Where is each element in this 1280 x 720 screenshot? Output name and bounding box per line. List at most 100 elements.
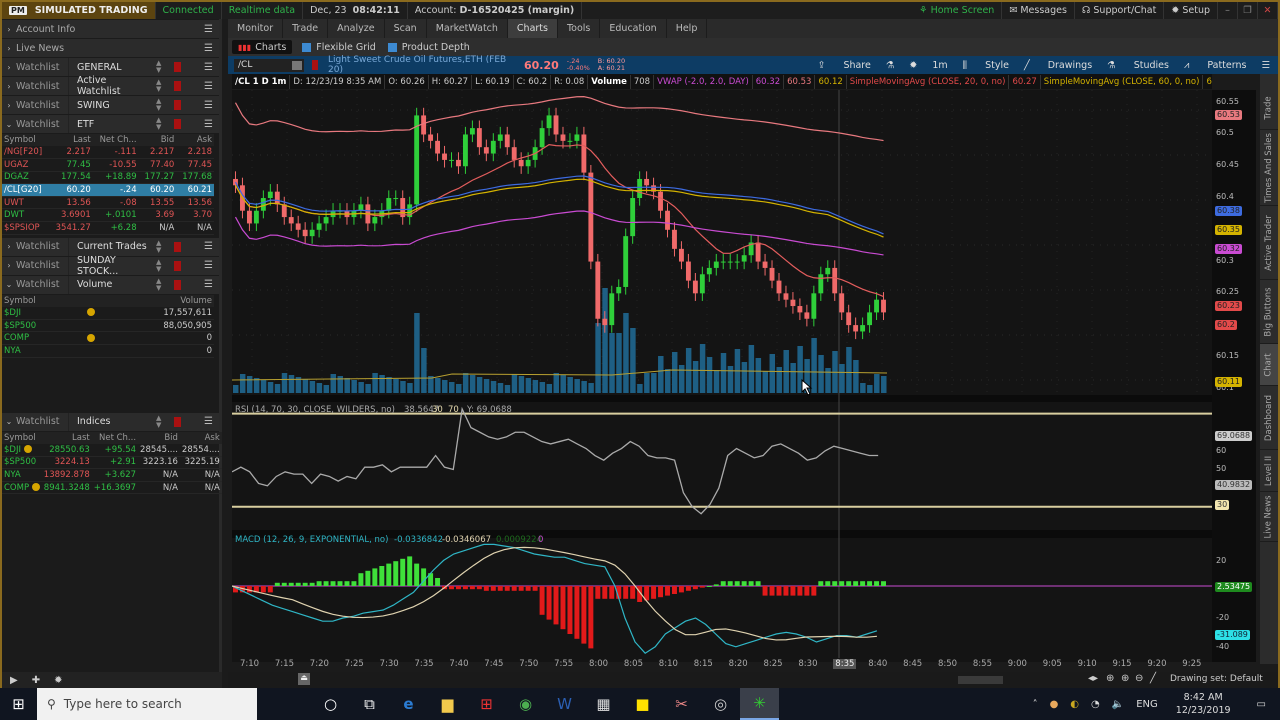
symbol-input[interactable]: /CL bbox=[234, 58, 304, 72]
col-symbol[interactable]: Symbol bbox=[2, 431, 42, 444]
action-center-icon[interactable]: ▭ bbox=[1257, 699, 1266, 710]
restore-button[interactable]: ❐ bbox=[1238, 2, 1258, 19]
dropdown-icon[interactable] bbox=[292, 60, 302, 70]
link-color-icon[interactable] bbox=[174, 62, 181, 72]
chrome-icon[interactable]: ◉ bbox=[506, 688, 545, 720]
link-color-icon[interactable] bbox=[174, 100, 181, 110]
task-view-icon[interactable]: ⧉ bbox=[350, 688, 389, 720]
menu-icon[interactable]: ☰ bbox=[1261, 60, 1270, 71]
volume-label[interactable]: Volume bbox=[588, 74, 631, 89]
watchlist-name[interactable]: SUNDAY STOCK... bbox=[68, 255, 148, 277]
menu-icon[interactable]: ☰ bbox=[204, 43, 213, 54]
right-tab-chart[interactable]: Chart bbox=[1260, 344, 1278, 386]
drawings-button[interactable]: ╱ Drawings bbox=[1024, 60, 1092, 71]
link-color-icon[interactable] bbox=[174, 81, 181, 91]
watchlist-row[interactable]: NYA 0 bbox=[2, 344, 214, 358]
drawing-set-selector[interactable]: Drawing set: Default bbox=[1170, 674, 1263, 684]
watchlist-name[interactable]: Current Trades bbox=[68, 237, 148, 256]
right-tab-active-trader[interactable]: Active Trader bbox=[1260, 206, 1278, 280]
sma20-label[interactable]: SimpleMovingAvg (CLOSE, 20, 0, no) bbox=[847, 74, 1010, 89]
watchlist-general[interactable]: › Watchlist GENERAL ▲ ▼ ☰ bbox=[2, 58, 219, 76]
messages-button[interactable]: ✉ Messages bbox=[1002, 2, 1075, 19]
watchlist-name[interactable]: ETF bbox=[68, 115, 148, 133]
up-down-icon[interactable]: ▲ ▼ bbox=[156, 117, 161, 131]
studies-button[interactable]: ⚗ Studies bbox=[1107, 60, 1169, 71]
settings-icon[interactable]: ✹ bbox=[54, 675, 62, 686]
chart-canvas[interactable]: RSI (14, 70, 30, CLOSE, WILDERS, no) 38.5… bbox=[231, 90, 1212, 662]
account-selector[interactable]: Account: D-16520425 (margin) bbox=[408, 2, 583, 19]
up-down-icon[interactable]: ▲ ▼ bbox=[156, 79, 161, 93]
link-color-icon[interactable] bbox=[174, 260, 181, 271]
time-axis[interactable]: 7:10 7:15 7:20 7:25 7:30 7:35 7:40 7:45 7:50 7:55… bbox=[232, 657, 1212, 671]
up-down-icon[interactable]: ▲ ▼ bbox=[156, 239, 161, 254]
edge-icon[interactable]: e bbox=[389, 688, 428, 720]
thinkorswim-taskbar-icon[interactable]: ✳ bbox=[740, 688, 779, 720]
watchlist-row[interactable]: $SPSIOP 3541.27 +6.28 N/A N/A bbox=[2, 221, 214, 235]
up-down-icon[interactable]: ▲ ▼ bbox=[156, 277, 161, 292]
nav-help[interactable]: Help bbox=[667, 19, 708, 38]
col-symbol[interactable]: Symbol bbox=[2, 134, 50, 146]
horizontal-scrollbar[interactable] bbox=[958, 676, 1003, 684]
watchlist-row[interactable]: $DJI 17,557,611 bbox=[2, 306, 214, 320]
expand-panel-icon[interactable]: ⏏ bbox=[298, 673, 310, 685]
price-axis[interactable]: 60.55 60.5 60.45 60.4 60.3 60.25 60.15 60.1 60.5… bbox=[1212, 90, 1256, 662]
watchlist-row[interactable]: DWT 3.6901 +.0101 3.69 3.70 bbox=[2, 208, 214, 223]
watchlist-row[interactable]: /CL[G20] 60.20 -.24 60.20 60.21 bbox=[2, 183, 214, 197]
pan-icon[interactable]: ◂▸ bbox=[1088, 673, 1098, 684]
watchlist-volume[interactable]: ⌄ Watchlist Volume ▲ ▼ ☰ bbox=[2, 275, 219, 294]
up-down-icon[interactable]: ▲ ▼ bbox=[156, 60, 161, 74]
watchlist-swing[interactable]: › Watchlist SWING ▲ ▼ ☰ bbox=[2, 96, 219, 114]
col-bid[interactable]: Bid bbox=[138, 431, 180, 444]
watchlist-row[interactable]: $SP500 3224.13 +2.91 3223.16 3225.19 bbox=[2, 456, 222, 470]
share-button[interactable]: ⇪ Share bbox=[817, 60, 870, 71]
watchlist-row[interactable]: /NG[F20] 2.217 -.111 2.217 2.218 bbox=[2, 146, 214, 160]
up-down-icon[interactable]: ▲ ▼ bbox=[156, 98, 161, 112]
col-volume[interactable]: Volume bbox=[103, 294, 214, 307]
support-chat-button[interactable]: ☊ Support/Chat bbox=[1075, 2, 1165, 19]
link-color-icon[interactable] bbox=[174, 241, 181, 252]
language-indicator[interactable]: ENG bbox=[1136, 699, 1158, 710]
sma60-label[interactable]: SimpleMovingAvg (CLOSE, 60, 0, no) bbox=[1041, 74, 1204, 89]
link-color-icon[interactable] bbox=[312, 60, 318, 70]
right-tab-dashboard[interactable]: Dashboard bbox=[1260, 386, 1278, 450]
watchlist-row[interactable]: $DJI 28550.63 +95.54 28545.... 28554.... bbox=[2, 443, 222, 457]
watchlist-indices[interactable]: ⌄ Watchlist Indices ▲ ▼ ☰ bbox=[2, 412, 219, 431]
watchlist-row[interactable]: UWT 13.56 -.08 13.55 13.56 bbox=[2, 196, 214, 210]
collapse-icon[interactable]: ▶ bbox=[10, 675, 18, 686]
right-tab-trade[interactable]: Trade bbox=[1260, 86, 1278, 130]
col-last[interactable]: Last bbox=[49, 134, 93, 146]
nav-trade[interactable]: Trade bbox=[283, 19, 329, 38]
nav-monitor[interactable]: Monitor bbox=[228, 19, 284, 38]
watchlist-row[interactable]: $SP500 88,050,905 bbox=[2, 319, 214, 333]
right-tab-level-ii[interactable]: Level II bbox=[1260, 450, 1278, 492]
timeframe-button[interactable]: 1m bbox=[932, 60, 947, 71]
setup-button[interactable]: ✹ Setup bbox=[1164, 2, 1218, 19]
minimize-button[interactable]: – bbox=[1218, 2, 1238, 19]
snipping-tool-icon[interactable]: ✂ bbox=[662, 688, 701, 720]
watchlist-current-trades[interactable]: › Watchlist Current Trades ▲ ▼ ☰ bbox=[2, 237, 219, 256]
right-tab-times-and-sales[interactable]: Times And Sales bbox=[1260, 130, 1278, 206]
nav-tools[interactable]: Tools bbox=[558, 19, 601, 38]
right-tab-big-buttons[interactable]: Big Buttons bbox=[1260, 280, 1278, 344]
subnav-product-depth[interactable]: Product Depth bbox=[382, 38, 476, 56]
col-ask[interactable]: Ask bbox=[176, 134, 214, 146]
file-explorer-icon[interactable]: ▆ bbox=[428, 688, 467, 720]
clock[interactable]: 8:42 AM 12/23/2019 bbox=[1170, 691, 1237, 717]
chart-area[interactable]: RSI (14, 70, 30, CLOSE, WILDERS, no) 38.5… bbox=[231, 90, 1212, 662]
add-gadget-icon[interactable]: ✚ bbox=[32, 675, 40, 686]
word-icon[interactable]: W bbox=[545, 688, 584, 720]
subnav-flexible-grid[interactable]: Flexible Grid bbox=[296, 38, 382, 56]
menu-icon[interactable]: ☰ bbox=[204, 416, 213, 427]
watchlist-row[interactable]: DGAZ 177.54 +18.89 177.27 177.68 bbox=[2, 171, 214, 185]
col-symbol[interactable]: Symbol bbox=[2, 294, 79, 307]
watchlist-row[interactable]: UGAZ 77.45 -10.55 77.40 77.45 bbox=[2, 158, 214, 172]
subnav-charts[interactable]: ▮▮▮ Charts bbox=[232, 40, 293, 54]
link-color-icon[interactable] bbox=[174, 279, 181, 290]
obs-icon[interactable]: ◎ bbox=[701, 688, 740, 720]
menu-icon[interactable]: ☰ bbox=[204, 241, 213, 252]
up-down-icon[interactable]: ▲ ▼ bbox=[156, 258, 161, 273]
windows-start-icon[interactable]: ⊞ bbox=[0, 688, 37, 720]
store-icon[interactable]: ⊞ bbox=[467, 688, 506, 720]
live-news-section[interactable]: › Live News ☰ bbox=[2, 39, 219, 57]
up-down-icon[interactable]: ▲ ▼ bbox=[156, 414, 161, 429]
